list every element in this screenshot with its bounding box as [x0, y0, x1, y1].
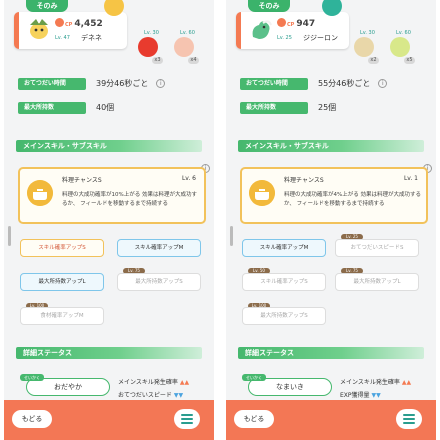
- ingredient-count-3: x5: [404, 57, 415, 64]
- skills-section-header: メインスキル・サブスキル: [238, 140, 424, 152]
- main-skill-level: Lv. 1: [403, 175, 418, 182]
- ingredient-level-2: Lv. 30: [144, 30, 159, 36]
- scroll-handle[interactable]: [8, 226, 11, 246]
- sub-skill-4[interactable]: 最大所持数アップS: [117, 273, 201, 291]
- nature-effect-down: おてつだいスピード ▼▼: [118, 392, 184, 399]
- nature-label: せいかく: [20, 374, 44, 381]
- bottom-bar: もどる: [226, 400, 436, 440]
- sub-skill-5[interactable]: 食材確率アップM: [20, 307, 104, 325]
- help-time-value: 39分46秒ごと i: [96, 78, 166, 90]
- sub-skill-3[interactable]: 最大所持数アップL: [20, 273, 104, 291]
- main-skill-description: 料理の大成功確率が10%上がる 効果は料理が大成功するか、 フィールドを移動する…: [62, 192, 197, 207]
- pokemon-name: ジジーロン: [303, 34, 338, 42]
- max-carry-label: 最大所持数: [240, 102, 308, 114]
- scroll-handle[interactable]: [230, 226, 233, 246]
- details-section-header: 詳細ステータス: [238, 347, 424, 359]
- sub-skill-5[interactable]: 最大所持数アップS: [242, 307, 326, 325]
- skills-section-header: メインスキル・サブスキル: [16, 140, 202, 152]
- main-skill-name: 料理チャンスS: [284, 177, 324, 184]
- up-arrows-icon: ▲▲: [401, 379, 412, 386]
- max-carry-value: 25個: [318, 103, 337, 112]
- main-skill-level: Lv. 6: [181, 175, 196, 182]
- cp-badge-icon: [277, 18, 286, 27]
- ingredient-count-2: x2: [368, 57, 379, 64]
- pokemon-detail-panel-left: そのみ CP 4,452 Lv. 47 デネネ Lv. 30 x3 Lv. 60 …: [4, 0, 214, 440]
- ingredient-level-3: Lv. 60: [180, 30, 195, 36]
- pokemon-detail-panel-right: そのみ CP 947 Lv. 25 ジジーロン Lv. 30 x2 Lv. 60 …: [226, 0, 436, 440]
- nature-label: せいかく: [242, 374, 266, 381]
- ingredient-count-3: x4: [188, 57, 199, 64]
- pokemon-name: デネネ: [81, 34, 102, 42]
- up-arrows-icon: ▲▲: [179, 379, 190, 386]
- sub-skill-4[interactable]: 最大所持数アップL: [335, 273, 419, 291]
- main-skill-description: 料理の大成功確率が4%上がる 効果は料理が大成功するか、 フィールドを移動するま…: [284, 192, 421, 207]
- nature-effect-up: メインスキル発生確率 ▲▲: [118, 379, 190, 386]
- tab-label: そのみ: [248, 0, 290, 12]
- main-skill-name: 料理チャンスS: [62, 177, 102, 184]
- nature-effect-up: メインスキル発生確率 ▲▲: [340, 379, 412, 386]
- cp-badge-icon: [55, 18, 64, 27]
- back-button[interactable]: もどる: [234, 410, 274, 428]
- ingredient-level-2: Lv. 30: [360, 30, 375, 36]
- sub-skill-1[interactable]: スキル確率アップS: [20, 239, 104, 257]
- menu-button[interactable]: [174, 409, 200, 429]
- cp-value: CP 947: [277, 18, 315, 29]
- help-time-label: おてつだい時間: [240, 78, 308, 90]
- sub-skill-2[interactable]: おてつだいスピードS: [335, 239, 419, 257]
- ingredient-count-2: x3: [152, 57, 163, 64]
- ingredient-icon-2: [138, 37, 158, 57]
- cp-value: CP 4,452: [55, 18, 103, 29]
- sub-skill-3[interactable]: スキル確率アップS: [242, 273, 326, 291]
- help-time-value: 55分46秒ごと i: [318, 78, 388, 90]
- bottom-bar: もどる: [4, 400, 214, 440]
- max-carry-value: 40個: [96, 103, 115, 112]
- pokemon-card[interactable]: CP 947 Lv. 25 ジジーロン: [236, 12, 349, 49]
- sub-skill-2[interactable]: スキル確率アップM: [117, 239, 201, 257]
- main-skill-card[interactable]: 料理チャンスS Lv. 1 料理の大成功確率が4%上がる 効果は料理が大成功する…: [240, 167, 428, 224]
- pokemon-level: Lv. 25: [277, 35, 292, 41]
- main-skill-card[interactable]: 料理チャンスS Lv. 6 料理の大成功確率が10%上がる 効果は料理が大成功す…: [18, 167, 206, 224]
- info-icon[interactable]: i: [156, 79, 166, 88]
- tab-label: そのみ: [26, 0, 68, 12]
- nature-effect-down: EXP獲得量 ▼▼: [340, 392, 381, 399]
- sub-skill-1[interactable]: スキル確率アップM: [242, 239, 326, 257]
- cooking-pot-icon: [27, 180, 53, 206]
- pokemon-sprite: [252, 20, 272, 39]
- panel-divider: [218, 0, 222, 440]
- down-arrows-icon: ▼▼: [173, 392, 184, 399]
- down-arrows-icon: ▼▼: [371, 392, 381, 399]
- pokemon-sprite: [30, 19, 48, 39]
- info-icon[interactable]: i: [378, 79, 388, 88]
- cooking-pot-icon: [249, 180, 275, 206]
- ingredient-level-3: Lv. 60: [396, 30, 411, 36]
- max-carry-label: 最大所持数: [18, 102, 86, 114]
- menu-button[interactable]: [396, 409, 422, 429]
- ingredient-icon-3: [174, 37, 194, 57]
- ingredient-icon-3: [390, 37, 410, 57]
- help-time-label: おてつだい時間: [18, 78, 86, 90]
- pokemon-card[interactable]: CP 4,452 Lv. 47 デネネ: [14, 12, 127, 49]
- back-button[interactable]: もどる: [12, 410, 52, 428]
- pokemon-level: Lv. 47: [55, 35, 70, 41]
- ingredient-icon-2: [354, 37, 374, 57]
- details-section-header: 詳細ステータス: [16, 347, 202, 359]
